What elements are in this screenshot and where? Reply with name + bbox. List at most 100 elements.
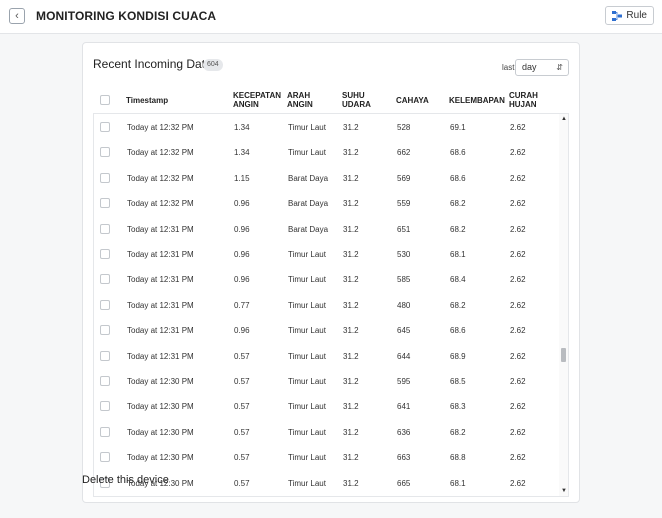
row-checkbox[interactable] — [100, 325, 110, 336]
cell-timestamp: Today at 12:32 PM — [127, 199, 194, 209]
row-checkbox[interactable] — [100, 172, 110, 183]
scroll-down-icon[interactable]: ▼ — [561, 488, 567, 494]
cell-kecepatan-angin: 0.96 — [234, 326, 250, 336]
table-row[interactable]: Today at 12:32 PM 0.96 Barat Daya 31.2 559 68… — [94, 191, 560, 216]
delete-device-heading: Delete this device — [82, 474, 169, 486]
row-checkbox[interactable] — [100, 452, 110, 463]
cell-arah-angin: Barat Daya — [288, 224, 329, 234]
column-header-cahaya[interactable]: CAHAYA — [396, 96, 429, 105]
cell-suhu-udara: 31.2 — [343, 402, 359, 412]
table-body[interactable]: ▲ ▼ Today at 12:32 PM 1.34 Timur Laut 31.2 5… — [93, 113, 569, 497]
table-header: Timestamp KECEPATAN ANGIN ARAH ANGIN SUH… — [93, 87, 569, 113]
cell-cahaya: 480 — [397, 300, 411, 310]
column-header-arah-angin[interactable]: ARAH ANGIN — [287, 91, 321, 109]
cell-curah-hujan: 2.62 — [510, 402, 526, 412]
row-checkbox[interactable] — [100, 198, 110, 209]
column-header-timestamp[interactable]: Timestamp — [126, 96, 168, 105]
cell-kecepatan-angin: 0.96 — [234, 224, 250, 234]
row-checkbox[interactable] — [100, 299, 110, 310]
row-checkbox[interactable] — [100, 223, 110, 234]
card-title: Recent Incoming Data — [93, 57, 212, 71]
table-row[interactable]: Today at 12:30 PM 0.57 Timur Laut 31.2 595 68… — [94, 369, 560, 394]
row-checkbox[interactable] — [100, 401, 110, 412]
cell-cahaya: 585 — [397, 275, 411, 285]
main-content: Recent Incoming Data 604 last day ⇵ Time… — [0, 34, 662, 518]
select-all-checkbox[interactable] — [100, 95, 110, 105]
row-checkbox[interactable] — [100, 122, 110, 132]
rule-button[interactable]: Rule — [605, 6, 654, 25]
cell-arah-angin: Timur Laut — [288, 377, 326, 386]
table-row[interactable]: Today at 12:31 PM 0.96 Timur Laut 31.2 530 68… — [94, 242, 560, 267]
cell-curah-hujan: 2.62 — [510, 427, 526, 437]
table-row[interactable]: Today at 12:32 PM 1.15 Barat Daya 31.2 569 68… — [94, 166, 560, 191]
cell-cahaya: 662 — [397, 148, 411, 158]
period-label: last — [502, 63, 515, 72]
table-row[interactable]: Today at 12:31 PM 0.57 Timur Laut 31.2 644 68… — [94, 344, 560, 369]
cell-curah-hujan: 2.62 — [510, 250, 526, 259]
table-row[interactable]: Today at 12:31 PM 0.96 Timur Laut 31.2 645 68… — [94, 318, 560, 343]
table-row[interactable]: Today at 12:30 PM 0.57 Timur Laut 31.2 663 68… — [94, 445, 560, 470]
cell-curah-hujan: 2.62 — [510, 224, 526, 234]
cell-curah-hujan: 2.62 — [510, 148, 526, 158]
cell-arah-angin: Barat Daya — [288, 173, 329, 183]
table-row[interactable]: Today at 12:30 PM 0.57 Timur Laut 31.2 636 68… — [94, 420, 560, 445]
table-row[interactable]: Today at 12:30 PM 0.57 Timur Laut 31.2 641 68… — [94, 394, 560, 419]
cell-cahaya: 569 — [397, 173, 411, 183]
row-checkbox[interactable] — [100, 147, 110, 158]
cell-cahaya: 665 — [397, 478, 411, 488]
table-row[interactable]: Today at 12:32 PM 1.34 Timur Laut 31.2 528 69… — [94, 115, 560, 140]
cell-kelembapan: 68.6 — [450, 148, 466, 158]
table-row[interactable]: Today at 12:32 PM 1.34 Timur Laut 31.2 662 68… — [94, 140, 560, 165]
cell-kecepatan-angin: 0.96 — [234, 275, 250, 285]
recent-data-card: Recent Incoming Data 604 last day ⇵ Time… — [82, 42, 580, 503]
cell-timestamp: Today at 12:32 PM — [127, 123, 194, 132]
cell-arah-angin: Timur Laut — [288, 402, 326, 412]
cell-cahaya: 559 — [397, 199, 411, 209]
vertical-scrollbar[interactable]: ▲ ▼ — [559, 114, 568, 496]
scroll-up-icon[interactable]: ▲ — [561, 116, 567, 122]
cell-arah-angin: Timur Laut — [288, 275, 326, 285]
row-checkbox[interactable] — [100, 426, 110, 437]
row-checkbox[interactable] — [100, 274, 110, 285]
cell-timestamp: Today at 12:31 PM — [127, 351, 194, 361]
cell-arah-angin: Timur Laut — [288, 148, 326, 158]
rule-button-label: Rule — [626, 10, 647, 21]
row-checkbox[interactable] — [100, 350, 110, 361]
row-checkbox[interactable] — [100, 249, 110, 259]
cell-suhu-udara: 31.2 — [343, 453, 359, 463]
cell-kelembapan: 69.1 — [450, 123, 466, 132]
column-header-suhu-udara[interactable]: SUHU UDARA — [342, 91, 376, 109]
column-header-curah-hujan[interactable]: CURAH HUJAN — [509, 91, 543, 109]
page-title: MONITORING KONDISI CUACA — [36, 9, 217, 23]
cell-curah-hujan: 2.62 — [510, 351, 526, 361]
cell-suhu-udara: 31.2 — [343, 224, 359, 234]
column-header-kelembapan[interactable]: KELEMBAPAN — [449, 96, 505, 105]
cell-suhu-udara: 31.2 — [343, 250, 359, 259]
cell-timestamp: Today at 12:31 PM — [127, 326, 194, 336]
cell-suhu-udara: 31.2 — [343, 326, 359, 336]
cell-timestamp: Today at 12:30 PM — [127, 377, 194, 386]
period-select[interactable]: day ⇵ — [515, 59, 569, 76]
cell-kecepatan-angin: 1.34 — [234, 123, 250, 132]
cell-suhu-udara: 31.2 — [343, 300, 359, 310]
table-row[interactable]: Today at 12:31 PM 0.96 Timur Laut 31.2 585 68… — [94, 267, 560, 292]
count-badge: 604 — [203, 59, 223, 71]
scrollbar-thumb[interactable] — [561, 348, 566, 362]
cell-arah-angin: Timur Laut — [288, 351, 326, 361]
sort-arrows-icon: ⇵ — [556, 63, 563, 72]
cell-suhu-udara: 31.2 — [343, 427, 359, 437]
cell-suhu-udara: 31.2 — [343, 478, 359, 488]
column-header-kecepatan-angin[interactable]: KECEPATAN ANGIN — [233, 91, 285, 109]
cell-kecepatan-angin: 1.15 — [234, 173, 250, 183]
cell-timestamp: Today at 12:32 PM — [127, 173, 194, 183]
cell-suhu-udara: 31.2 — [343, 123, 359, 132]
cell-kelembapan: 68.6 — [450, 326, 466, 336]
table-row[interactable]: Today at 12:31 PM 0.77 Timur Laut 31.2 480 68… — [94, 293, 560, 318]
cell-curah-hujan: 2.62 — [510, 173, 526, 183]
row-checkbox[interactable] — [100, 376, 110, 386]
table-row[interactable]: Today at 12:31 PM 0.96 Barat Daya 31.2 651 68… — [94, 217, 560, 242]
cell-curah-hujan: 2.62 — [510, 478, 526, 488]
cell-timestamp: Today at 12:31 PM — [127, 275, 194, 285]
cell-kecepatan-angin: 0.57 — [234, 453, 250, 463]
back-button[interactable]: ‹ — [9, 8, 25, 24]
